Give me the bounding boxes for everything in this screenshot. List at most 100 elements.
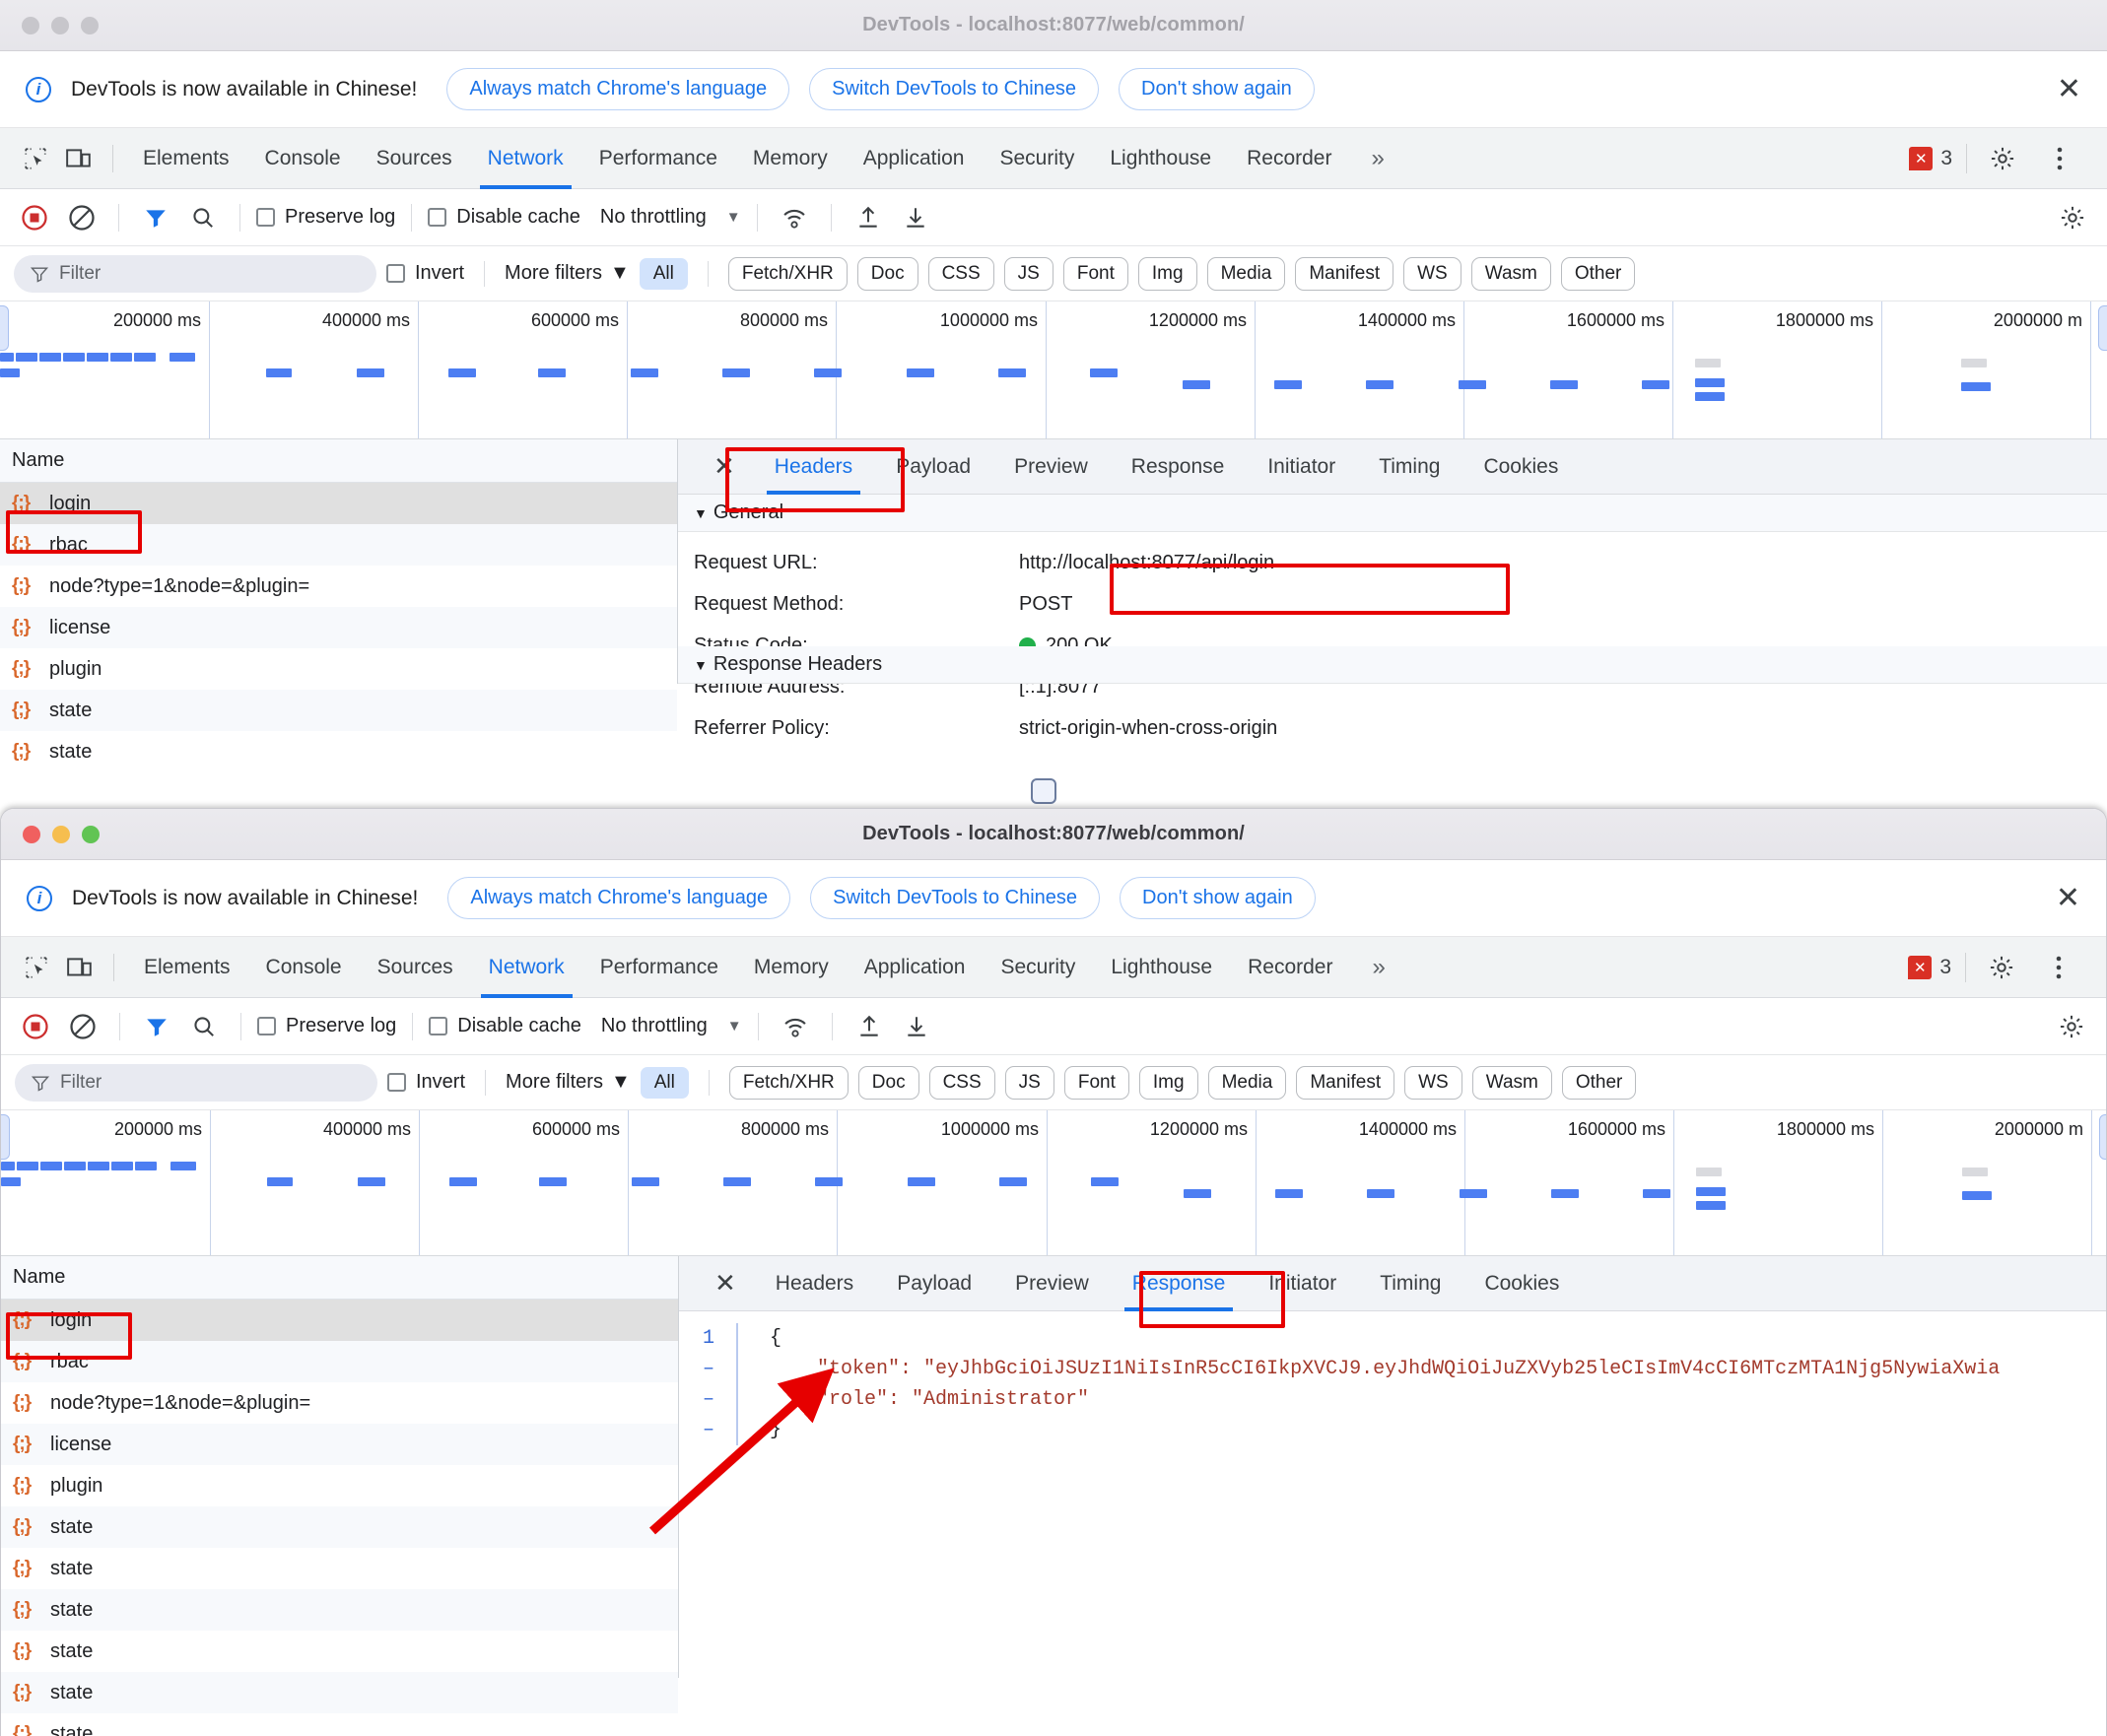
tab-performance[interactable]: Performance (582, 937, 736, 998)
pane-resizer-handle[interactable] (1031, 778, 1056, 804)
tab-elements[interactable]: Elements (126, 937, 248, 998)
tab-sources[interactable]: Sources (360, 937, 471, 998)
filter-type-font[interactable]: Font (1063, 257, 1128, 291)
invert-checkbox[interactable]: Invert (387, 1071, 465, 1094)
import-har-icon[interactable] (848, 197, 889, 238)
always-match-language-button[interactable]: Always match Chrome's language (446, 68, 789, 110)
filter-funnel-icon[interactable] (136, 1006, 177, 1047)
filter-type-other[interactable]: Other (1561, 257, 1636, 291)
filter-type-img[interactable]: Img (1139, 1066, 1198, 1100)
network-settings-gear-icon[interactable] (2052, 197, 2093, 238)
filter-type-media[interactable]: Media (1207, 257, 1286, 291)
tab-cookies[interactable]: Cookies (1463, 439, 1578, 495)
tab-response[interactable]: Response (1112, 439, 1245, 495)
gear-icon[interactable] (1981, 137, 2024, 180)
throttling-select[interactable]: No throttling (601, 1015, 708, 1037)
search-icon[interactable] (183, 1006, 225, 1047)
timeline-selection-handle-left[interactable] (1, 1114, 10, 1160)
tab-console[interactable]: Console (248, 937, 360, 998)
tab-sources[interactable]: Sources (359, 128, 470, 189)
filter-type-doc[interactable]: Doc (857, 257, 918, 291)
table-row[interactable]: {;}state (1, 1713, 678, 1736)
filter-type-fetch-xhr[interactable]: Fetch/XHR (728, 257, 848, 291)
filter-type-doc[interactable]: Doc (858, 1066, 919, 1100)
filter-type-js[interactable]: JS (1004, 257, 1054, 291)
network-settings-gear-icon[interactable] (2051, 1006, 2092, 1047)
device-toolbar-icon[interactable] (58, 946, 102, 989)
chevron-down-icon[interactable]: ▼ (727, 1018, 742, 1035)
close-icon[interactable]: ✕ (699, 1268, 752, 1299)
tab-application[interactable]: Application (846, 128, 983, 189)
table-row[interactable]: {;}state (1, 1631, 678, 1672)
throttling-select[interactable]: No throttling (600, 206, 707, 229)
tab-initiator[interactable]: Initiator (1248, 439, 1355, 495)
filter-type-css[interactable]: CSS (928, 257, 994, 291)
disable-cache-checkbox[interactable]: Disable cache (429, 1015, 581, 1037)
tab-network[interactable]: Network (470, 128, 581, 189)
more-tabs-icon[interactable]: » (1349, 145, 1405, 172)
table-row[interactable]: {;}login (1, 1300, 678, 1341)
disable-cache-checkbox[interactable]: Disable cache (428, 206, 580, 229)
gear-icon[interactable] (1980, 946, 2023, 989)
tab-recorder[interactable]: Recorder (1229, 128, 1349, 189)
export-har-icon[interactable] (895, 197, 936, 238)
tab-headers[interactable]: Headers (756, 1256, 873, 1311)
tab-elements[interactable]: Elements (125, 128, 247, 189)
filter-type-media[interactable]: Media (1208, 1066, 1287, 1100)
general-section-header[interactable]: ▼ General (678, 495, 2107, 532)
error-count-badge[interactable]: ✕ 3 (1909, 147, 1952, 170)
preserve-log-checkbox[interactable]: Preserve log (256, 206, 395, 229)
invert-checkbox[interactable]: Invert (386, 262, 464, 285)
filter-type-manifest[interactable]: Manifest (1295, 257, 1393, 291)
close-icon[interactable]: ✕ (2056, 884, 2080, 913)
tab-memory[interactable]: Memory (735, 128, 846, 189)
tab-memory[interactable]: Memory (736, 937, 847, 998)
switch-to-chinese-button[interactable]: Switch DevTools to Chinese (809, 68, 1099, 110)
filter-type-wasm[interactable]: Wasm (1471, 257, 1551, 291)
filter-type-img[interactable]: Img (1138, 257, 1197, 291)
response-headers-section-header[interactable]: ▼ Response Headers (678, 646, 2107, 684)
table-row[interactable]: {;}rbac (1, 1341, 678, 1382)
table-row[interactable]: {;}state (1, 1506, 678, 1548)
network-overview-timeline-2[interactable]: 200000 ms400000 ms600000 ms800000 ms1000… (1, 1110, 2106, 1256)
search-icon[interactable] (182, 197, 224, 238)
timeline-selection-handle-right[interactable] (2098, 305, 2107, 351)
dont-show-again-button[interactable]: Don't show again (1119, 68, 1315, 110)
table-row[interactable]: {;}plugin (1, 1465, 678, 1506)
table-row[interactable]: {;}plugin (0, 648, 677, 690)
tab-lighthouse[interactable]: Lighthouse (1093, 937, 1230, 998)
table-row[interactable]: {;}node?type=1&node=&plugin= (1, 1382, 678, 1424)
more-vertical-icon[interactable] (2037, 946, 2080, 989)
record-stop-icon[interactable] (14, 197, 55, 238)
tab-preview[interactable]: Preview (994, 439, 1108, 495)
tab-lighthouse[interactable]: Lighthouse (1092, 128, 1229, 189)
table-row[interactable]: {;}state (0, 731, 677, 772)
tab-headers[interactable]: Headers (755, 439, 872, 495)
tab-security[interactable]: Security (983, 937, 1093, 998)
filter-type-manifest[interactable]: Manifest (1296, 1066, 1394, 1100)
more-tabs-icon[interactable]: » (1350, 954, 1406, 981)
network-conditions-icon[interactable] (775, 1006, 816, 1047)
table-row[interactable]: {;}license (0, 607, 677, 648)
more-filters-dropdown[interactable]: More filters ▼ (506, 1071, 631, 1094)
filter-funnel-icon[interactable] (135, 197, 176, 238)
table-row[interactable]: {;}login (0, 483, 677, 524)
export-har-icon[interactable] (896, 1006, 937, 1047)
more-vertical-icon[interactable] (2038, 137, 2081, 180)
device-toolbar-icon[interactable] (57, 137, 101, 180)
search-input[interactable]: Filter (14, 255, 376, 293)
import-har-icon[interactable] (849, 1006, 890, 1047)
filter-type-fetch-xhr[interactable]: Fetch/XHR (729, 1066, 849, 1100)
filter-type-css[interactable]: CSS (929, 1066, 995, 1100)
tab-cookies[interactable]: Cookies (1464, 1256, 1579, 1311)
tab-response[interactable]: Response (1113, 1256, 1246, 1311)
tab-timing[interactable]: Timing (1359, 439, 1460, 495)
search-input[interactable]: Filter (15, 1064, 377, 1102)
always-match-language-button[interactable]: Always match Chrome's language (447, 877, 790, 919)
tab-application[interactable]: Application (847, 937, 984, 998)
filter-type-other[interactable]: Other (1562, 1066, 1637, 1100)
tab-preview[interactable]: Preview (995, 1256, 1109, 1311)
preserve-log-checkbox[interactable]: Preserve log (257, 1015, 396, 1037)
clear-icon[interactable] (62, 1006, 103, 1047)
tab-timing[interactable]: Timing (1360, 1256, 1461, 1311)
